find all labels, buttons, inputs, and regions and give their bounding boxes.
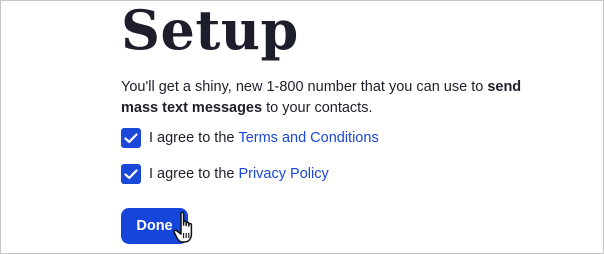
privacy-agreement-label: I agree to the <box>149 166 235 182</box>
check-icon <box>124 132 138 143</box>
terms-and-conditions-link[interactable]: Terms and Conditions <box>238 130 378 146</box>
privacy-policy-link[interactable]: Privacy Policy <box>238 166 328 182</box>
page-title: Setup <box>121 0 299 62</box>
description-text-1: You'll get a shiny, new 1-800 number tha… <box>121 79 488 95</box>
check-icon <box>124 168 138 179</box>
hand-pointer-icon <box>173 211 193 243</box>
description-text-2: to your contacts. <box>262 100 373 116</box>
privacy-checkbox[interactable] <box>121 164 141 184</box>
terms-agreement-label: I agree to the <box>149 130 235 146</box>
privacy-agreement-row: I agree to the Privacy Policy <box>121 162 329 186</box>
setup-panel: Setup You'll get a shiny, new 1-800 numb… <box>0 0 604 254</box>
setup-description: You'll get a shiny, new 1-800 number tha… <box>121 77 561 119</box>
terms-checkbox[interactable] <box>121 128 141 148</box>
terms-agreement-row: I agree to the Terms and Conditions <box>121 126 379 150</box>
